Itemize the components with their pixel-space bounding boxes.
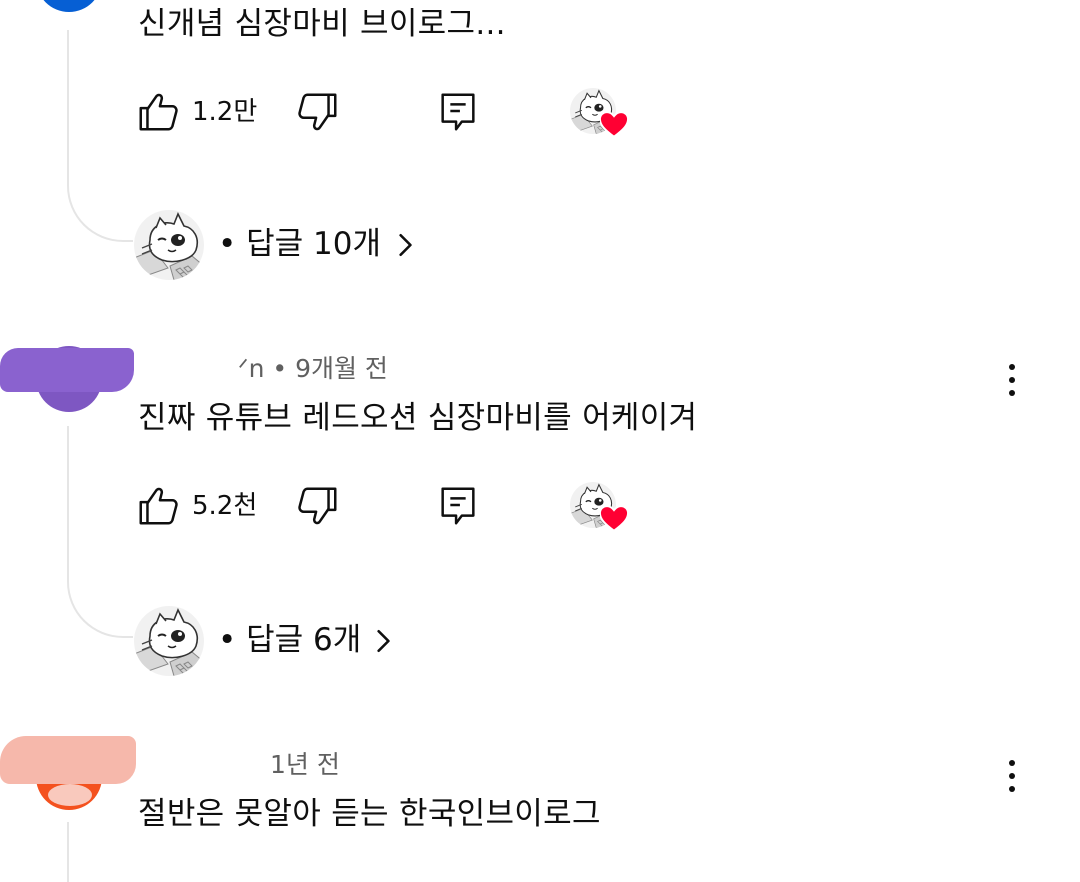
dislike-button[interactable]	[292, 86, 344, 138]
reply-button[interactable]	[432, 86, 484, 138]
creator-heart-icon	[600, 112, 628, 138]
thread-line	[67, 30, 69, 180]
creator-avatar	[134, 210, 204, 280]
thread-curve	[67, 576, 133, 638]
like-count: 5.2천	[192, 491, 258, 521]
more-dot	[1009, 760, 1015, 766]
comment-text: 신개념 심장마비 브이로그...	[138, 6, 506, 42]
reply-button[interactable]	[432, 480, 484, 532]
more-dot	[1009, 377, 1015, 383]
more-options-button[interactable]	[992, 746, 1032, 806]
view-replies-button[interactable]: • 답글 6개	[134, 606, 454, 676]
chevron-right-icon	[370, 628, 396, 654]
creator-heart-badge	[570, 482, 630, 534]
redaction-mark	[48, 784, 92, 806]
thread-curve	[67, 180, 133, 242]
creator-heart-badge	[570, 88, 630, 140]
creator-avatar	[134, 606, 204, 676]
replies-count-label: • 답글 10개	[218, 226, 381, 262]
comment-meta: 1년 전	[270, 750, 340, 779]
thread-line	[67, 426, 69, 576]
comment-text: 진짜 유튜브 레드오션 심장마비를 어케이겨	[138, 400, 698, 436]
comment-actions: 5.2천	[132, 476, 652, 536]
redaction-mark	[0, 348, 134, 392]
reply-comment-icon	[435, 89, 481, 135]
more-dot	[1009, 390, 1015, 396]
creator-heart-icon	[600, 506, 628, 532]
like-button[interactable]	[132, 480, 184, 532]
thread-line	[67, 822, 69, 882]
reply-comment-icon	[435, 483, 481, 529]
view-replies-button[interactable]: • 답글 10개	[134, 210, 454, 280]
redaction-mark	[136, 346, 236, 388]
thumbs-up-icon	[135, 89, 181, 135]
replies-count-label: • 답글 6개	[218, 622, 362, 658]
thumbs-down-icon	[295, 89, 341, 135]
more-dot	[1009, 786, 1015, 792]
redaction-mark	[0, 736, 136, 784]
comment-meta: ᐟn • 9개월 전	[238, 354, 388, 383]
commenter-avatar[interactable]	[36, 0, 102, 12]
like-count: 1.2만	[192, 97, 258, 127]
more-dot	[1009, 773, 1015, 779]
more-options-button[interactable]	[992, 350, 1032, 410]
like-button[interactable]	[132, 86, 184, 138]
chevron-right-icon	[392, 232, 418, 258]
dislike-button[interactable]	[292, 480, 344, 532]
more-dot	[1009, 364, 1015, 370]
comment-text: 절반은 못알아 듣는 한국인브이로그	[138, 796, 601, 832]
thumbs-down-icon	[295, 483, 341, 529]
thumbs-up-icon	[135, 483, 181, 529]
comment-actions: 1.2만	[132, 82, 652, 142]
